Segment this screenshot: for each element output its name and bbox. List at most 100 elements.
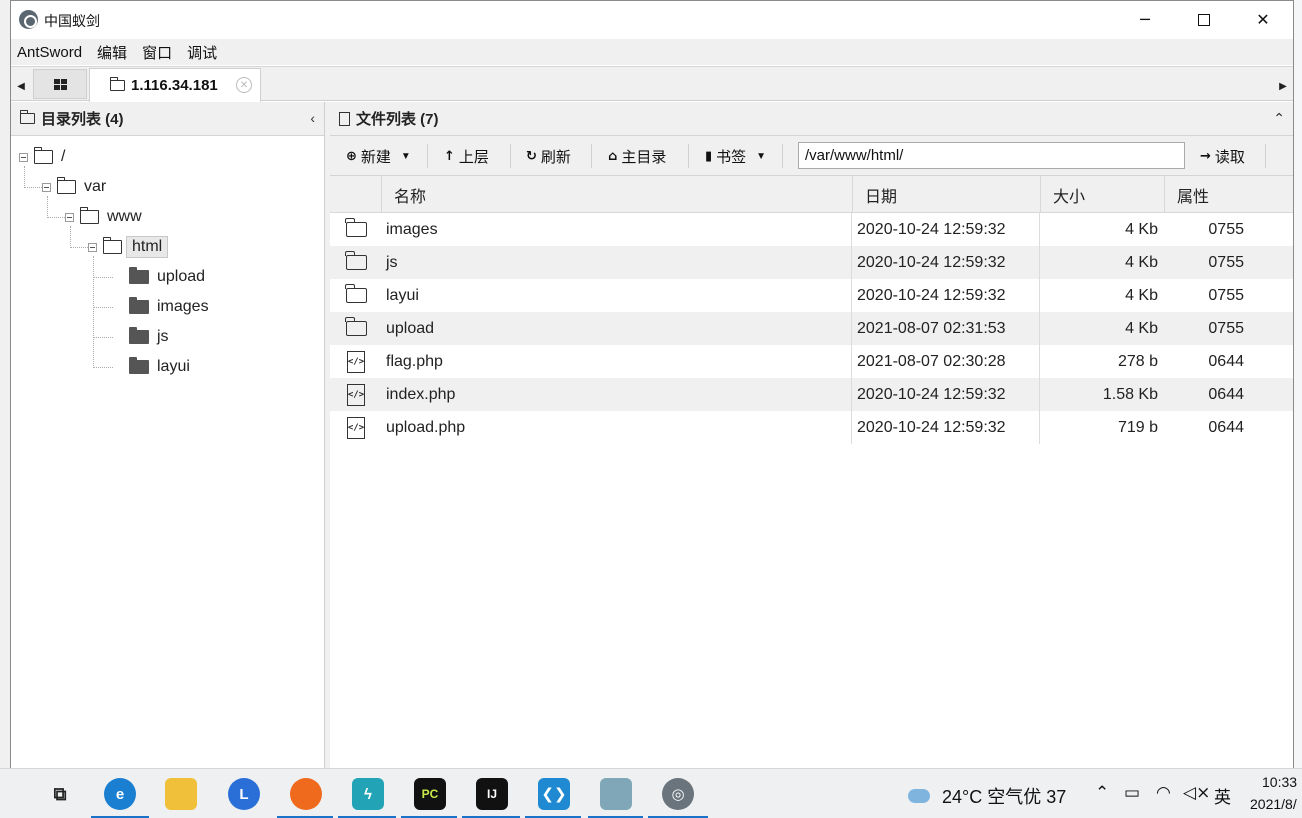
firefox-icon[interactable] [290,778,322,810]
file-attr: 0755 [1208,220,1244,238]
tree-label: layui [157,358,190,375]
bolt-app-icon[interactable]: ϟ [352,778,384,810]
collapse-left-icon[interactable]: ‹ [310,110,315,126]
tab-host[interactable]: 1.116.34.181 ✕ [89,68,261,102]
maximize-icon [1198,13,1210,26]
file-attr: 0644 [1208,352,1244,370]
collapse-icon[interactable] [88,242,97,252]
tree-node-upload[interactable]: upload [129,265,205,289]
notes-icon[interactable] [600,778,632,810]
chevron-up-icon[interactable]: ⌃ [1095,783,1109,803]
wifi-icon[interactable]: ◠ [1156,783,1171,803]
new-label: 新建 [360,148,391,166]
file-size: 4 Kb [1125,253,1158,271]
table-row[interactable]: </> index.php 2020-10-24 12:59:32 1.58 K… [330,378,1293,411]
tree-node-root[interactable]: / [19,145,65,169]
code-file-icon: </> [347,350,365,373]
menu-debug[interactable]: 调试 [181,42,223,63]
tree-node-images[interactable]: images [129,295,209,319]
menu-window[interactable]: 窗口 [136,42,178,63]
folder-filled-icon [129,297,149,314]
tree-label: / [61,148,66,165]
file-attr: 0755 [1208,286,1244,304]
folder-filled-icon [129,327,149,344]
table-row[interactable]: images 2020-10-24 12:59:32 4 Kb 0755 [330,213,1293,246]
file-date: 2020-10-24 12:59:32 [857,253,1006,271]
collapse-icon[interactable] [42,182,51,192]
table-row[interactable]: layui 2020-10-24 12:59:32 4 Kb 0755 [330,279,1293,312]
file-date: 2020-10-24 12:59:32 [857,418,1006,436]
column-header-attr[interactable]: 属性 [1164,176,1293,213]
antsword-window: 中国蚁剑 ─ ✕ AntSword 编辑 窗口 调试 ◀ 1.116.34.18… [10,0,1294,769]
file-name: js [386,253,398,271]
plus-circle-icon: ⊕ [346,148,357,164]
tree-label: js [157,328,169,345]
tab-scroll-right-icon[interactable]: ▶ [1275,77,1291,95]
file-attr: 0644 [1208,418,1244,436]
table-row[interactable]: </> upload.php 2020-10-24 12:59:32 719 b… [330,411,1293,444]
battery-icon[interactable]: ▭ [1124,783,1140,803]
directory-panel-title: 目录列表 (4) [41,111,124,128]
bookmark-button[interactable]: ▮ 书签 ▼ [705,143,766,169]
tab-close-icon[interactable]: ✕ [236,77,252,93]
table-row[interactable]: js 2020-10-24 12:59:32 4 Kb 0755 [330,246,1293,279]
collapse-icon[interactable] [65,212,74,222]
collapse-icon[interactable] [19,152,28,162]
l-app-icon[interactable]: L [228,778,260,810]
pycharm-icon[interactable]: PC [414,778,446,810]
intellij-icon[interactable]: IJ [476,778,508,810]
menu-antsword[interactable]: AntSword [11,44,88,61]
collapse-up-icon[interactable]: ⌃ [1273,110,1285,127]
document-icon [339,111,350,126]
title-bar[interactable]: 中国蚁剑 ─ ✕ [11,1,1293,38]
tree-node-js[interactable]: js [129,325,169,349]
clock-date[interactable]: 2021/8/ [1250,796,1297,812]
clock-time[interactable]: 10:33 [1262,774,1297,790]
table-row[interactable]: upload 2021-08-07 02:31:53 4 Kb 0755 [330,312,1293,345]
folder-filled-icon [129,267,149,284]
bookmark-icon: ▮ [705,148,713,164]
tree-node-var[interactable]: var [42,175,106,199]
tab-home[interactable] [33,69,87,99]
file-date: 2020-10-24 12:59:32 [857,220,1006,238]
table-row[interactable]: </> flag.php 2021-08-07 02:30:28 278 b 0… [330,345,1293,378]
edge-icon[interactable]: e [104,778,136,810]
maximize-button[interactable] [1174,1,1234,38]
refresh-icon: ↻ [526,148,537,164]
minimize-button[interactable]: ─ [1115,1,1175,38]
file-grid-header: 名称 日期 大小 属性 [330,176,1293,213]
home-button[interactable]: ⌂ 主目录 [608,143,666,169]
file-explorer-icon[interactable] [165,778,197,810]
new-button[interactable]: ⊕ 新建 ▼ [346,143,411,169]
windows-taskbar: ⧉ e L ϟ PC IJ ❮❯ ◎ 24°C 空气优 37 ⌃ ▭ ◠ ◁× … [0,768,1302,818]
file-attr: 0755 [1208,253,1244,271]
tree-label: www [107,208,142,225]
antsword-icon[interactable]: ◎ [662,778,694,810]
file-name: upload.php [386,418,466,436]
tab-scroll-left-icon[interactable]: ◀ [13,77,29,95]
menu-edit[interactable]: 编辑 [91,42,133,63]
folder-icon [56,177,76,194]
folder-icon [19,110,35,124]
close-button[interactable]: ✕ [1233,1,1293,38]
tree-node-layui[interactable]: layui [129,355,190,379]
column-header-size[interactable]: 大小 [1040,176,1164,213]
tree-node-html[interactable]: html [88,235,169,259]
ime-indicator[interactable]: 英 [1214,783,1231,808]
vscode-icon[interactable]: ❮❯ [538,778,570,810]
volume-muted-icon[interactable]: ◁× [1183,783,1210,803]
tree-node-www[interactable]: www [65,205,142,229]
folder-filled-icon [129,357,149,374]
arrow-up-icon: ↑ [444,148,455,164]
refresh-button[interactable]: ↻ 刷新 [526,143,571,169]
folder-icon [345,284,367,303]
column-header-name[interactable]: 名称 [381,176,852,213]
up-button[interactable]: ↑ 上层 [444,143,489,169]
weather-widget[interactable]: 24°C 空气优 37 [908,783,1066,809]
file-size: 719 b [1117,418,1158,436]
read-button[interactable]: → 读取 [1200,143,1245,169]
column-header-date[interactable]: 日期 [852,176,1040,213]
task-view-icon[interactable]: ⧉ [44,778,76,810]
path-input[interactable] [798,142,1185,169]
directory-panel-header: 目录列表 (4) ‹ [11,102,324,136]
